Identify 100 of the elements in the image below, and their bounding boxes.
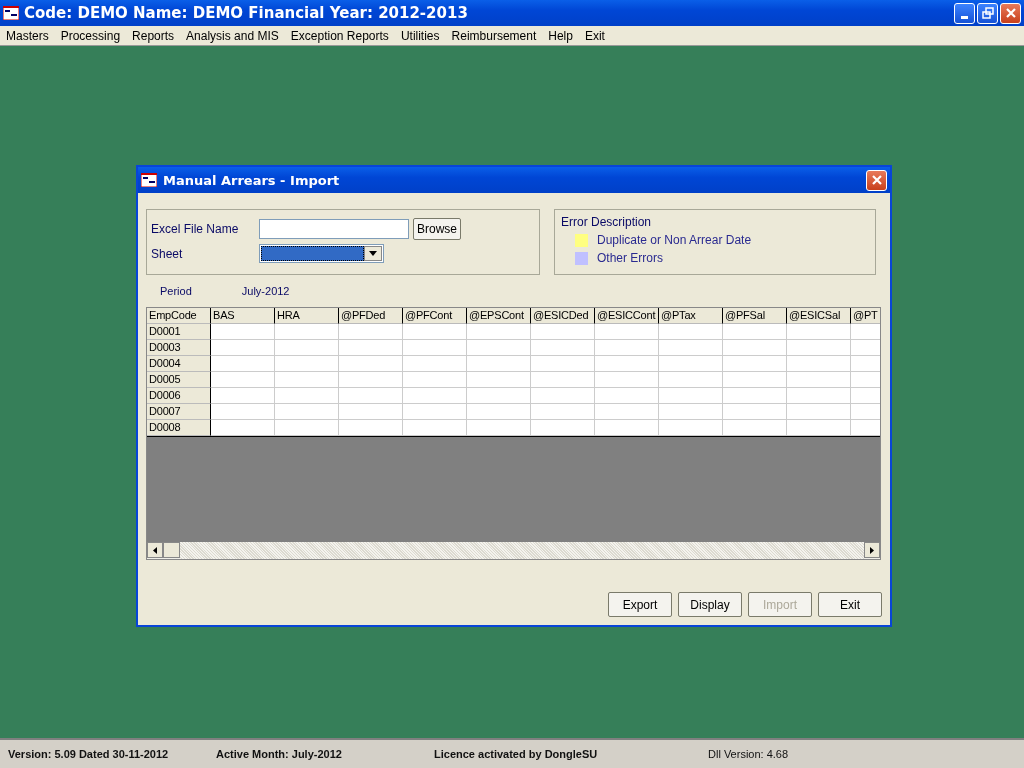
table-cell[interactable] xyxy=(467,404,531,420)
table-cell[interactable] xyxy=(659,372,723,388)
table-cell[interactable] xyxy=(787,404,851,420)
action-button[interactable]: Export xyxy=(608,592,672,617)
scrollbar-thumb[interactable] xyxy=(163,542,180,558)
column-header[interactable]: @PFDed xyxy=(339,308,403,324)
table-cell[interactable] xyxy=(659,388,723,404)
table-cell[interactable] xyxy=(595,388,659,404)
table-cell[interactable] xyxy=(275,404,339,420)
table-cell[interactable] xyxy=(787,372,851,388)
column-header[interactable]: @ESICSal xyxy=(787,308,851,324)
row-header[interactable]: D0004 xyxy=(147,356,211,372)
table-cell[interactable] xyxy=(275,372,339,388)
column-header[interactable]: @EPSCont xyxy=(467,308,531,324)
table-cell[interactable] xyxy=(339,356,403,372)
minimize-button[interactable] xyxy=(954,2,975,24)
table-cell[interactable] xyxy=(339,388,403,404)
table-cell[interactable] xyxy=(275,356,339,372)
table-cell[interactable] xyxy=(531,372,595,388)
table-cell[interactable] xyxy=(531,404,595,420)
menu-item[interactable]: Reports xyxy=(132,28,175,43)
table-cell[interactable] xyxy=(467,324,531,340)
table-cell[interactable] xyxy=(595,372,659,388)
table-cell[interactable] xyxy=(659,420,723,436)
table-cell[interactable] xyxy=(211,340,275,356)
table-cell[interactable] xyxy=(531,420,595,436)
table-cell[interactable] xyxy=(595,404,659,420)
table-cell[interactable] xyxy=(659,356,723,372)
table-cell[interactable] xyxy=(531,324,595,340)
table-cell[interactable] xyxy=(275,388,339,404)
table-cell[interactable] xyxy=(787,340,851,356)
menu-item[interactable]: Analysis and MIS xyxy=(186,28,279,43)
table-cell[interactable] xyxy=(211,372,275,388)
menu-item[interactable]: Processing xyxy=(60,28,121,43)
table-cell[interactable] xyxy=(403,340,467,356)
horizontal-scrollbar[interactable] xyxy=(147,542,880,559)
menu-item[interactable]: Masters xyxy=(6,28,49,43)
table-cell[interactable] xyxy=(403,420,467,436)
table-cell[interactable] xyxy=(467,372,531,388)
table-cell[interactable] xyxy=(467,420,531,436)
table-cell[interactable] xyxy=(659,340,723,356)
table-cell[interactable] xyxy=(595,340,659,356)
table-cell[interactable] xyxy=(787,420,851,436)
column-header[interactable]: EmpCode xyxy=(147,308,211,324)
table-cell[interactable] xyxy=(659,324,723,340)
table-cell[interactable] xyxy=(787,324,851,340)
action-button[interactable]: Display xyxy=(678,592,742,617)
table-cell[interactable] xyxy=(275,420,339,436)
table-cell[interactable] xyxy=(211,404,275,420)
column-header[interactable]: @PFSal xyxy=(723,308,787,324)
table-cell[interactable] xyxy=(467,388,531,404)
column-header[interactable]: @ESICDed xyxy=(531,308,595,324)
table-cell[interactable] xyxy=(403,324,467,340)
column-header[interactable]: @PTax xyxy=(659,308,723,324)
table-cell[interactable] xyxy=(723,372,787,388)
browse-button[interactable]: Browse xyxy=(413,218,461,240)
excel-file-field[interactable] xyxy=(259,219,409,239)
menu-item[interactable]: Utilities xyxy=(400,28,440,43)
table-cell[interactable] xyxy=(339,340,403,356)
row-header[interactable]: D0007 xyxy=(147,404,211,420)
menu-item[interactable]: Exit xyxy=(584,28,605,43)
menu-item[interactable]: Help xyxy=(548,28,573,43)
close-button[interactable] xyxy=(1000,2,1021,24)
column-header[interactable]: @PFCont xyxy=(403,308,467,324)
table-cell[interactable] xyxy=(211,356,275,372)
table-cell[interactable] xyxy=(467,340,531,356)
table-cell[interactable] xyxy=(659,404,723,420)
table-cell[interactable] xyxy=(211,420,275,436)
table-cell[interactable] xyxy=(531,356,595,372)
table-cell[interactable] xyxy=(339,404,403,420)
table-cell[interactable] xyxy=(787,388,851,404)
menu-item[interactable]: Reimbursement xyxy=(451,28,537,43)
column-header[interactable]: @PT xyxy=(851,308,880,324)
table-cell[interactable] xyxy=(531,340,595,356)
row-header[interactable]: D0006 xyxy=(147,388,211,404)
row-header[interactable]: D0001 xyxy=(147,324,211,340)
column-header[interactable]: HRA xyxy=(275,308,339,324)
row-header[interactable]: D0005 xyxy=(147,372,211,388)
table-cell[interactable] xyxy=(723,324,787,340)
table-cell[interactable] xyxy=(723,420,787,436)
table-cell[interactable] xyxy=(723,356,787,372)
table-cell[interactable] xyxy=(275,340,339,356)
table-cell[interactable] xyxy=(275,324,339,340)
column-header[interactable]: BAS xyxy=(211,308,275,324)
table-cell[interactable] xyxy=(403,356,467,372)
table-cell[interactable] xyxy=(339,420,403,436)
row-header[interactable]: D0008 xyxy=(147,420,211,436)
table-cell[interactable] xyxy=(595,324,659,340)
table-cell[interactable] xyxy=(467,356,531,372)
column-header[interactable]: @ESICCont xyxy=(595,308,659,324)
close-button[interactable] xyxy=(866,169,887,191)
row-header[interactable]: D0003 xyxy=(147,340,211,356)
table-cell[interactable] xyxy=(723,388,787,404)
table-cell[interactable] xyxy=(787,356,851,372)
table-cell[interactable] xyxy=(211,388,275,404)
restore-button[interactable] xyxy=(977,2,998,24)
menu-item[interactable]: Exception Reports xyxy=(290,28,389,43)
table-cell[interactable] xyxy=(403,404,467,420)
table-cell[interactable] xyxy=(723,404,787,420)
table-cell[interactable] xyxy=(531,388,595,404)
